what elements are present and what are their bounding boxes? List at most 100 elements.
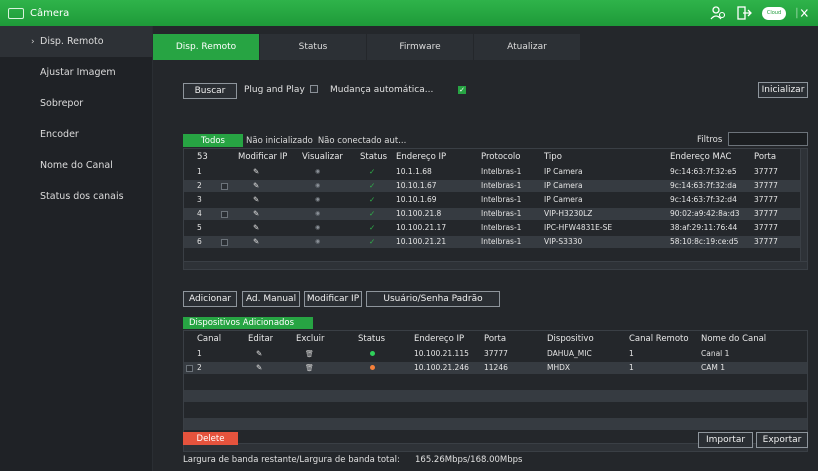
col-view: Visualizar	[302, 152, 343, 162]
check-icon: ✓	[369, 167, 376, 176]
empty-row	[184, 376, 807, 388]
auto-change-label: Mudança automática...	[330, 85, 434, 95]
trash-icon[interactable]: 🗑	[305, 348, 314, 360]
title-bar: Câmera Cloud	[0, 0, 818, 26]
sidebar-item-encoder[interactable]: Encoder	[0, 119, 152, 150]
col-type: Tipo	[544, 152, 562, 162]
pencil-icon[interactable]: ✎	[253, 180, 259, 192]
eye-icon[interactable]: ◉	[315, 208, 320, 220]
eye-icon[interactable]: ◉	[315, 166, 320, 178]
pencil-icon[interactable]: ✎	[253, 208, 259, 220]
filters-label: Filtros	[697, 135, 723, 145]
added-devices-title: Dispositivos Adicionados	[183, 317, 313, 329]
sidebar-item-label: Sobrepor	[40, 98, 84, 109]
filter-tab-not-connected[interactable]: Não conectado aut...	[316, 134, 409, 147]
horizontal-scrollbar[interactable]	[184, 261, 807, 269]
sidebar-item-label: Nome do Canal	[40, 160, 113, 171]
col-port: Porta	[754, 152, 777, 162]
eye-icon[interactable]: ◉	[315, 194, 320, 206]
pencil-icon[interactable]: ✎	[253, 236, 259, 248]
empty-row	[184, 390, 807, 402]
export-button[interactable]: Exportar	[756, 432, 808, 448]
pencil-icon[interactable]: ✎	[253, 222, 259, 234]
main-panel: Disp. Remoto Status Firmware Atualizar B…	[153, 26, 818, 471]
table-row[interactable]: 2 ✎ ◉ ✓ 10.10.1.67 Intelbras-1 IP Camera…	[184, 180, 801, 192]
bandwidth-value: 165.26Mbps/168.00Mbps	[415, 455, 523, 465]
table-row[interactable]: 6 ✎ ◉ ✓ 10.100.21.21 Intelbras-1 VIP-S33…	[184, 236, 801, 248]
default-user-password-button[interactable]: Usuário/Senha Padrão	[366, 291, 500, 307]
filter-input[interactable]	[728, 132, 808, 146]
logout-icon[interactable]	[736, 6, 752, 20]
filter-tab-all[interactable]: Todos	[183, 134, 243, 147]
pencil-icon[interactable]: ✎	[256, 362, 262, 374]
modify-ip-button[interactable]: Modificar IP	[304, 291, 362, 307]
sidebar-item-remote-device[interactable]: › Disp. Remoto	[0, 26, 152, 57]
table-row[interactable]: 1 ✎ 🗑 10.100.21.115 37777 DAHUA_MIC 1 Ca…	[184, 348, 807, 360]
initialize-button[interactable]: Inicializar	[758, 82, 808, 98]
col-ip: Endereço IP	[396, 152, 447, 162]
users-icon[interactable]	[710, 6, 726, 20]
auto-change-checkbox[interactable]: ✓	[458, 86, 466, 94]
col-protocol: Protocolo	[481, 152, 521, 162]
table-row[interactable]: 3 ✎ ◉ ✓ 10.10.1.69 Intelbras-1 IP Camera…	[184, 194, 801, 206]
filter-tabs: Todos Não inicializado Não conectado aut…	[183, 134, 408, 147]
pencil-icon[interactable]: ✎	[253, 194, 259, 206]
table-row[interactable]: 2 ✎ 🗑 10.100.21.246 11246 MHDX 1 CAM 1	[184, 362, 807, 374]
table-row[interactable]: 4 ✎ ◉ ✓ 10.100.21.8 Intelbras-1 VIP-H323…	[184, 208, 801, 220]
col-count: 53	[197, 152, 208, 162]
table-header: 53 Modificar IP Visualizar Status Endere…	[184, 151, 801, 163]
manual-add-button[interactable]: Ad. Manual	[242, 291, 300, 307]
sidebar-item-label: Encoder	[40, 129, 79, 140]
sidebar-item-label: Status dos canais	[40, 191, 124, 202]
sidebar-item-channel-name[interactable]: Nome do Canal	[0, 150, 152, 181]
row-checkbox[interactable]	[221, 183, 228, 190]
tab-update[interactable]: Atualizar	[474, 34, 580, 60]
col-modify-ip: Modificar IP	[238, 152, 288, 162]
delete-button[interactable]: Delete	[183, 432, 238, 445]
tab-firmware[interactable]: Firmware	[367, 34, 473, 60]
status-online-dot	[370, 351, 375, 357]
table-row[interactable]: 5 ✎ ◉ ✓ 10.100.21.17 Intelbras-1 IPC-HFW…	[184, 222, 801, 234]
bandwidth-label: Largura de banda restante/Largura de ban…	[183, 455, 400, 465]
vertical-scrollbar[interactable]	[800, 149, 807, 261]
table-header: Canal Editar Excluir Status Endereço IP …	[197, 334, 767, 344]
search-button[interactable]: Buscar	[183, 83, 237, 99]
table-row[interactable]: 1 ✎ ◉ ✓ 10.1.1.68 Intelbras-1 IP Camera …	[184, 166, 801, 178]
col-mac: Endereço MAC	[670, 152, 732, 162]
row-checkbox[interactable]	[221, 239, 228, 246]
plug-and-play-label: Plug and Play	[244, 85, 305, 95]
row-checkbox[interactable]	[186, 365, 193, 372]
trash-icon[interactable]: 🗑	[305, 362, 314, 374]
plug-and-play-checkbox[interactable]	[310, 85, 318, 93]
sidebar: › Disp. Remoto Ajustar Imagem Sobrepor En…	[0, 26, 153, 471]
empty-row	[184, 404, 807, 416]
add-button[interactable]: Adicionar	[183, 291, 237, 307]
row-checkbox[interactable]	[221, 211, 228, 218]
camera-icon	[8, 7, 24, 19]
window-title: Câmera	[30, 7, 70, 19]
col-status: Status	[360, 152, 388, 162]
filter-tab-uninitialized[interactable]: Não inicializado	[243, 134, 316, 147]
tab-status[interactable]: Status	[260, 34, 366, 60]
eye-icon[interactable]: ◉	[315, 222, 320, 234]
cloud-icon[interactable]: Cloud	[762, 6, 786, 20]
eye-icon[interactable]: ◉	[315, 180, 320, 192]
tab-remote-device[interactable]: Disp. Remoto	[153, 34, 259, 60]
check-icon: ✓	[369, 237, 376, 246]
sidebar-item-channel-status[interactable]: Status dos canais	[0, 181, 152, 212]
sidebar-item-label: Ajustar Imagem	[40, 67, 116, 78]
sidebar-item-adjust-image[interactable]: Ajustar Imagem	[0, 57, 152, 88]
tab-bar: Disp. Remoto Status Firmware Atualizar	[153, 34, 581, 60]
chevron-right-icon: ›	[31, 36, 35, 47]
check-icon: ✓	[369, 181, 376, 190]
status-offline-dot	[370, 365, 375, 371]
check-icon: ✓	[369, 223, 376, 232]
pencil-icon[interactable]: ✎	[256, 348, 262, 360]
sidebar-item-overlay[interactable]: Sobrepor	[0, 88, 152, 119]
check-icon: ✓	[369, 195, 376, 204]
import-button[interactable]: Importar	[698, 432, 753, 448]
pencil-icon[interactable]: ✎	[253, 166, 259, 178]
eye-icon[interactable]: ◉	[315, 236, 320, 248]
found-devices-table: 53 Modificar IP Visualizar Status Endere…	[183, 148, 808, 270]
close-icon[interactable]	[796, 6, 810, 20]
